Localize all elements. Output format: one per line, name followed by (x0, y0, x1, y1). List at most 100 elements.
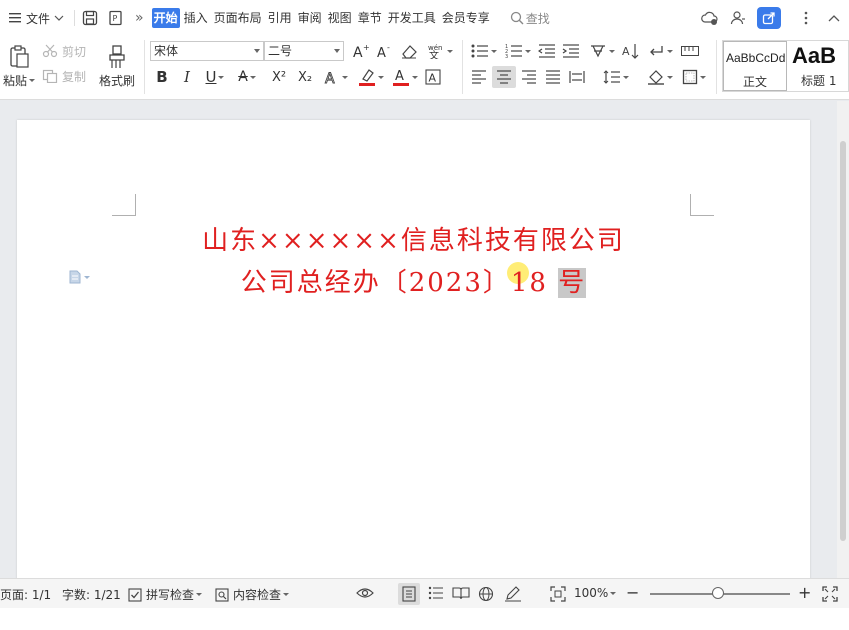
scrollbar-thumb[interactable] (840, 141, 846, 541)
numbered-list-button[interactable]: 123 (504, 42, 532, 60)
align-center-button[interactable] (492, 66, 516, 88)
svg-text:P: P (113, 14, 118, 23)
vertical-scrollbar[interactable] (837, 101, 849, 578)
justify-icon (546, 70, 560, 84)
highlighter-icon (359, 69, 375, 86)
status-bar: 页面: 1/1 字数: 1/21 拼写检查 内容检查 100% − + (0, 578, 849, 608)
fullscreen-button[interactable] (822, 586, 838, 602)
font-color-button[interactable]: A (390, 66, 420, 88)
document-title-company[interactable]: 山东××××××信息科技有限公司 (17, 220, 810, 257)
tab-home[interactable]: 开始 (151, 8, 180, 28)
content-check-button[interactable]: 内容检查 (215, 586, 290, 603)
superscript-button[interactable]: X² (268, 68, 290, 86)
ruler-button[interactable] (680, 42, 700, 60)
justify-button[interactable] (544, 68, 562, 86)
collapse-ribbon-icon[interactable] (825, 9, 843, 27)
font-size-select[interactable]: 二号 (264, 41, 344, 61)
reading-view-button[interactable] (452, 586, 470, 600)
page-view-button[interactable] (398, 583, 420, 605)
outline-view-button[interactable] (428, 586, 444, 600)
zoom-value: 100% (574, 586, 609, 600)
strikethrough-button[interactable]: A (232, 68, 262, 86)
ribbon-home: 粘贴 剪切 复制 格式刷 宋体 二号 A + A- wén 文 B I U A … (0, 36, 849, 100)
bold-button[interactable]: B (153, 68, 171, 86)
paste-button[interactable]: 粘贴 (0, 40, 38, 94)
document-icon (69, 270, 81, 284)
ribbon-tabs: 开始 插入 页面布局 引用 审阅 视图 章节 开发工具 会员专享 (151, 8, 492, 28)
sort-button[interactable]: A (622, 42, 640, 60)
cut-button[interactable]: 剪切 (42, 42, 86, 60)
tab-member[interactable]: 会员专享 (440, 8, 492, 28)
format-painter-button[interactable]: 格式刷 (96, 40, 138, 94)
document-page[interactable]: 山东××××××信息科技有限公司 公司总经办〔2023〕18 号 (17, 120, 810, 578)
decrease-indent-button[interactable] (538, 42, 556, 60)
fit-page-button[interactable] (550, 586, 566, 602)
collaborate-user-icon[interactable] (729, 9, 747, 27)
numbered-list-icon: 123 (505, 44, 522, 58)
highlight-color-button[interactable] (356, 66, 386, 88)
page-indicator[interactable]: 页面: 1/1 (0, 586, 51, 603)
italic-glyph: I (184, 68, 190, 86)
search-box[interactable]: 查找 (508, 9, 550, 27)
align-right-button[interactable] (520, 68, 538, 86)
return-mark-icon (650, 46, 663, 56)
strikethrough-glyph: A (238, 69, 248, 85)
align-left-button[interactable] (470, 68, 488, 86)
shrink-font-button[interactable]: A- (376, 42, 394, 60)
phonetic-guide-button[interactable]: wén 文 (426, 42, 454, 60)
clear-format-button[interactable] (400, 42, 418, 60)
more-options-icon[interactable] (797, 9, 815, 27)
spell-check-icon (128, 587, 142, 602)
word-count[interactable]: 字数: 1/21 (62, 586, 121, 603)
underline-button[interactable]: U (202, 68, 228, 86)
spell-check-button[interactable]: 拼写检查 (128, 586, 203, 603)
paragraph-handle[interactable] (69, 270, 90, 284)
grow-font-button[interactable]: A + (352, 42, 370, 60)
zoom-select[interactable]: 100% (574, 586, 617, 600)
distribute-icon (569, 71, 585, 83)
border-button[interactable] (680, 68, 708, 86)
menu-bar: 文件 P » 开始 插入 页面布局 引用 审阅 视图 章节 开发工具 会员专享 (0, 0, 849, 36)
save-icon[interactable] (81, 9, 99, 27)
tab-insert[interactable]: 插入 (182, 8, 210, 28)
zoom-slider-handle[interactable] (712, 587, 724, 599)
char-border-button[interactable]: A (424, 68, 442, 86)
share-icon (762, 12, 775, 25)
copy-button[interactable]: 复制 (42, 67, 86, 85)
export-pdf-icon[interactable]: P (107, 9, 125, 27)
web-view-button[interactable] (478, 586, 494, 602)
style-normal-label: 正文 (742, 75, 767, 89)
tab-section[interactable]: 章节 (356, 8, 384, 28)
taskbar-strip (0, 608, 849, 630)
copy-icon (42, 69, 58, 83)
font-name-select[interactable]: 宋体 (150, 41, 264, 61)
increase-indent-button[interactable] (562, 42, 580, 60)
line-spacing-button[interactable] (602, 68, 630, 86)
tab-references[interactable]: 引用 (266, 8, 294, 28)
show-marks-button[interactable] (646, 42, 674, 60)
style-normal[interactable]: AaBbCcDd 正文 (723, 41, 787, 91)
document-number-line[interactable]: 公司总经办〔2023〕18 号 (17, 262, 810, 299)
tab-page-layout[interactable]: 页面布局 (212, 8, 264, 28)
style-heading1[interactable]: AaB 标题 1 (789, 41, 849, 91)
more-tabs-icon[interactable]: » (135, 10, 144, 26)
bullet-list-button[interactable] (470, 42, 498, 60)
zoom-out-button[interactable]: − (626, 583, 639, 602)
italic-button[interactable]: I (178, 68, 196, 86)
svg-text:A: A (353, 45, 363, 59)
tab-view[interactable]: 视图 (326, 8, 354, 28)
chinese-layout-button[interactable] (588, 42, 616, 60)
cloud-sync-icon[interactable] (701, 9, 719, 27)
subscript-button[interactable]: X₂ (294, 68, 316, 86)
distribute-button[interactable] (568, 68, 586, 86)
file-menu[interactable]: 文件 (4, 7, 70, 29)
write-view-button[interactable] (504, 586, 522, 602)
eye-protection-button[interactable] (356, 586, 374, 600)
tab-review[interactable]: 审阅 (296, 8, 324, 28)
zoom-in-button[interactable]: + (798, 583, 811, 602)
tab-developer[interactable]: 开发工具 (386, 8, 438, 28)
shading-button[interactable] (646, 68, 674, 86)
text-effect-button[interactable]: A (322, 68, 350, 86)
share-button[interactable] (757, 7, 781, 29)
svg-text:A: A (395, 69, 404, 84)
